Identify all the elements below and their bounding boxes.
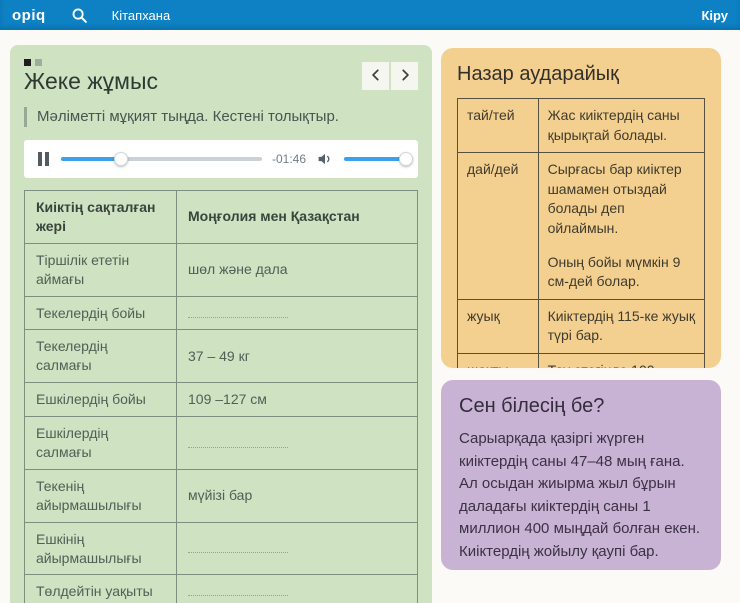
table-row: Ешкілердің бойы109 –127 см	[25, 383, 418, 417]
table-row: Текенің айырмашылығымүйізі бар	[25, 469, 418, 522]
time-remaining: -01:46	[272, 152, 306, 166]
vocab-row: дай/дейСырғасы бар киіктер шамамен отызд…	[458, 153, 705, 300]
table-row: Тіршілік ететін аймағышөл және дала	[25, 243, 418, 296]
row-value-cell: мүйізі бар	[177, 469, 418, 522]
fact-title: Сен білесің бе?	[459, 395, 703, 418]
blank-answer-line	[188, 308, 288, 318]
chevron-right-icon	[398, 68, 412, 85]
vocabulary-table: тай/тейЖас киіктердің саны қырықтай бола…	[457, 98, 705, 368]
row-label-cell: Ешкінің айырмашылығы	[25, 522, 177, 575]
pause-button[interactable]	[36, 150, 51, 168]
table-row: Текелердің салмағы37 – 49 кг	[25, 330, 418, 383]
volume-slider[interactable]	[344, 157, 406, 161]
vocab-example-cell: Киіктердің 115-ке жуық түрі бар.	[538, 299, 704, 353]
row-value-cell: 37 – 49 кг	[177, 330, 418, 383]
attention-table-body: тай/тейЖас киіктердің саны қырықтай бола…	[458, 99, 705, 369]
attention-panel: Назар аударайық тай/тейЖас киіктердің са…	[441, 48, 721, 368]
next-slide-button[interactable]	[391, 62, 418, 90]
volume-icon[interactable]	[316, 150, 334, 168]
row-label-cell: Текенің айырмашылығы	[25, 469, 177, 522]
table-row: Ешкінің айырмашылығы	[25, 522, 418, 575]
vocab-example-cell: Тау етегінде 100 шақты киік жайылып жүр.	[538, 353, 704, 368]
table-row: Төлдейтін уақыты	[25, 575, 418, 603]
audio-progress-fill	[61, 157, 121, 161]
row-value-cell	[177, 575, 418, 603]
table-header-row: Киіктің сақталған жері Моңғолия мен Қаза…	[25, 190, 418, 243]
search-icon[interactable]	[68, 3, 92, 27]
row-label-cell: Тіршілік ететін аймағы	[25, 243, 177, 296]
row-label-cell: Текелердің бойы	[25, 296, 177, 330]
fact-text: Сарыарқада қазіргі жүрген киіктердің сан…	[459, 428, 703, 563]
row-label-cell: Ешкілердің бойы	[25, 383, 177, 417]
login-link[interactable]: Кіру	[701, 8, 728, 23]
audio-progress-bar[interactable]	[61, 157, 262, 161]
blank-answer-line	[188, 543, 288, 553]
blank-answer-line	[188, 586, 288, 596]
top-bar: opiq Кітапхана Кіру	[0, 0, 740, 30]
audio-player: -01:46	[24, 140, 418, 178]
slide-dot-next[interactable]	[35, 59, 42, 66]
row-label-cell: Төлдейтін уақыты	[25, 575, 177, 603]
prev-slide-button[interactable]	[362, 62, 389, 90]
attention-title: Назар аударайық	[457, 63, 705, 86]
task-instruction: Мәліметті мұқият тыңда. Кестені толықтыр…	[24, 107, 418, 127]
vocab-example-cell: Жас киіктердің саны қырықтай болады.	[538, 99, 704, 153]
vocab-example-cell: Сырғасы бар киіктер шамамен отыздай бола…	[538, 153, 704, 300]
table-header-value: Моңғолия мен Қазақстан	[177, 190, 418, 243]
chevron-left-icon	[369, 68, 383, 85]
page-title: Жеке жұмыс	[24, 68, 158, 94]
blank-answer-line	[188, 438, 288, 448]
vocab-row: шақтыТау етегінде 100 шақты киік жайылып…	[458, 353, 705, 368]
slide-pager	[362, 62, 418, 90]
row-value-cell	[177, 522, 418, 575]
row-label-cell: Текелердің салмағы	[25, 330, 177, 383]
table-row: Текелердің бойы	[25, 296, 418, 330]
vocab-term-cell: шақты	[458, 353, 539, 368]
row-value-cell	[177, 296, 418, 330]
row-value-cell: шөл және дала	[177, 243, 418, 296]
saiga-data-table: Киіктің сақталған жері Моңғолия мен Қаза…	[24, 190, 418, 603]
did-you-know-panel: Сен білесің бе? Сарыарқада қазіргі жүрге…	[441, 380, 721, 570]
volume-thumb[interactable]	[399, 152, 413, 166]
vocab-row: тай/тейЖас киіктердің саны қырықтай бола…	[458, 99, 705, 153]
slide-dot-current[interactable]	[24, 59, 31, 66]
vocab-row: жуықКиіктердің 115-ке жуық түрі бар.	[458, 299, 705, 353]
table-header-label: Киіктің сақталған жері	[25, 190, 177, 243]
opiq-logo[interactable]: opiq	[12, 7, 46, 24]
table-row: Ешкілердің салмағы	[25, 417, 418, 470]
lesson-panel: Жеке жұмыс Мәліметті мұқият тыңда. Кесте…	[10, 45, 432, 603]
vocab-term-cell: тай/тей	[458, 99, 539, 153]
vocab-term-cell: дай/дей	[458, 153, 539, 300]
vocab-term-cell: жуық	[458, 299, 539, 353]
audio-progress-thumb[interactable]	[114, 152, 128, 166]
slide-indicator	[24, 59, 418, 66]
row-value-cell: 109 –127 см	[177, 383, 418, 417]
row-value-cell	[177, 417, 418, 470]
row-label-cell: Ешкілердің салмағы	[25, 417, 177, 470]
lesson-table-body: Киіктің сақталған жері Моңғолия мен Қаза…	[25, 190, 418, 603]
library-link[interactable]: Кітапхана	[112, 8, 171, 23]
